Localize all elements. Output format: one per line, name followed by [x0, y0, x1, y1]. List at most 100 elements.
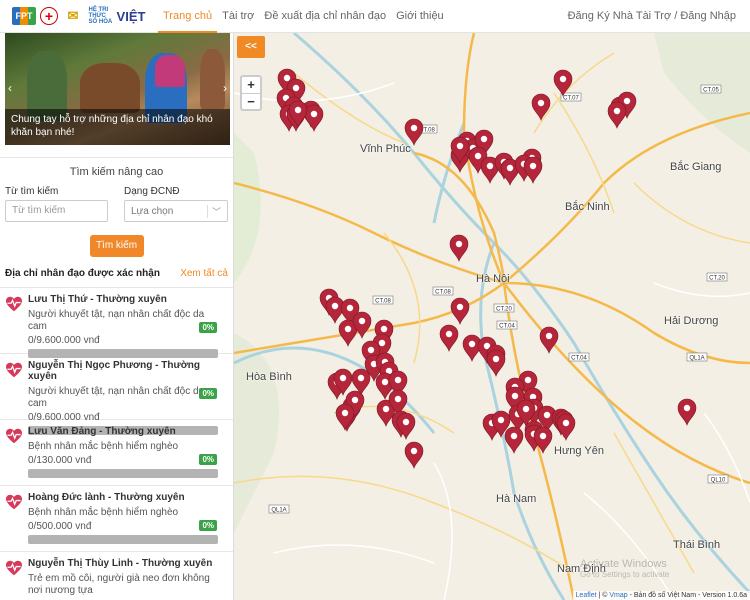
road-shield-label: CT.05 — [700, 84, 722, 94]
svg-text:CT.04: CT.04 — [499, 324, 515, 330]
item-description: Người khuyết tật, nạn nhân chất độc da c… — [28, 386, 205, 409]
svg-text:QL1A: QL1A — [689, 356, 704, 362]
nav-home[interactable]: Trang chủ — [158, 0, 218, 33]
keyword-field: Từ tìm kiếm Từ tìm kiếm — [5, 186, 108, 222]
list-item[interactable]: Lưu Văn Đảng - Thường xuyên Bệnh nhân mắc… — [0, 420, 233, 486]
collapse-sidebar-button[interactable]: << — [237, 36, 265, 58]
attribution-text: - Bản đồ số Việt Nam - Version 1.0.6a — [627, 592, 747, 599]
attribution-sep: | © — [596, 592, 610, 599]
item-progress-bar — [28, 535, 218, 544]
item-description: Trẻ em mồ côi, người già neo đơn không n… — [28, 573, 210, 596]
nav-about[interactable]: Giới thiệu — [391, 0, 449, 33]
red-cross-logo[interactable]: + — [40, 7, 58, 25]
type-select-value: Lựa chọn — [131, 205, 174, 217]
nav-sponsor[interactable]: Tài trợ — [217, 0, 259, 33]
sidebar: Chung tay hỗ trợ những địa chỉ nhân đạo … — [0, 33, 234, 600]
road-shield-label: CT.20 — [706, 272, 728, 282]
item-name[interactable]: Lưu Văn Đảng - Thường xuyên — [28, 426, 225, 437]
search-button[interactable]: Tìm kiếm — [89, 235, 144, 257]
heart-pulse-icon — [6, 428, 22, 444]
item-description: Bệnh nhân mắc bệnh hiểm nghèo — [28, 507, 179, 518]
slide-next-icon[interactable]: › — [223, 81, 227, 95]
zoom-in-button[interactable]: + — [242, 77, 260, 93]
svg-text:CT.20: CT.20 — [709, 276, 725, 282]
road-shield-label: CT.20 — [493, 303, 515, 313]
fpt-logo[interactable]: FPT — [12, 7, 36, 25]
item-amount: 0/500.000 vnđ — [28, 521, 92, 532]
map-attribution: Leaflet | © Vmap - Bản đồ số Việt Nam - … — [572, 591, 750, 600]
item-name[interactable]: Nguyễn Thị Ngọc Phương - Thường xuyên — [28, 360, 225, 382]
svg-text:CT.08: CT.08 — [375, 299, 391, 305]
list-item[interactable]: Lưu Thị Thứ - Thường xuyên Người khuyết t… — [0, 288, 233, 358]
map-view[interactable]: CT.07 CT.05 CT.08 CT.08 CT.08 CT.20 CT.04 CT.04… — [234, 33, 750, 600]
city-label: Hưng Yên — [554, 445, 604, 457]
image-slider: Chung tay hỗ trợ những địa chỉ nhân đạo … — [5, 33, 230, 145]
leaflet-link[interactable]: Leaflet — [576, 592, 597, 599]
nav-propose-address[interactable]: Đề xuất địa chỉ nhân đạo — [259, 0, 391, 33]
heart-pulse-icon — [6, 362, 22, 378]
city-label: Hòa Bình — [246, 371, 292, 383]
type-select[interactable]: Lựa chọn ﹀ — [124, 200, 228, 222]
vietnam-post-logo[interactable]: ✉ — [62, 7, 84, 25]
svg-text:QL10: QL10 — [711, 478, 726, 484]
road-shield-label: QL10 — [707, 474, 729, 484]
svg-text:QL1A: QL1A — [271, 508, 286, 514]
svg-text:CT.20: CT.20 — [496, 307, 512, 313]
heart-pulse-icon — [6, 560, 22, 576]
city-label: Bắc Giang — [670, 161, 722, 173]
city-label: Hà Nam — [496, 493, 537, 505]
top-navbar: FPT + ✉ HỆ TRI THỨC SỐ HÓA VIỆT Trang ch… — [0, 0, 750, 33]
item-percent-badge: 0% — [199, 388, 217, 399]
svg-text:CT.04: CT.04 — [571, 356, 587, 362]
he-tri-thuc-viet-logo[interactable]: HỆ TRI THỨC SỐ HÓA VIỆT — [88, 7, 146, 25]
svg-text:CT.07: CT.07 — [563, 96, 579, 102]
zoom-out-button[interactable]: − — [242, 93, 260, 109]
list-item[interactable]: Hoàng Đức lành - Thường xuyên Bệnh nhân m… — [0, 486, 233, 552]
chevron-down-icon: ﹀ — [206, 204, 221, 218]
keyword-input[interactable]: Từ tìm kiếm — [5, 200, 108, 222]
watermark-line1: Activate Windows — [580, 558, 667, 570]
list-item[interactable]: Nguyễn Thị Ngọc Phương - Thường xuyên Ngư… — [0, 354, 233, 435]
keyword-label: Từ tìm kiếm — [5, 186, 59, 197]
heart-pulse-icon — [6, 494, 22, 510]
item-name[interactable]: Hoàng Đức lành - Thường xuyên — [28, 492, 225, 503]
address-list: Lưu Thị Thứ - Thường xuyên Người khuyết t… — [0, 287, 233, 600]
zoom-control: + − — [240, 75, 262, 111]
city-label: Vĩnh Phúc — [360, 143, 411, 155]
item-progress-bar — [28, 469, 218, 478]
logo-big-text: VIỆT — [116, 8, 146, 24]
road-shield-label: QL1A — [686, 352, 708, 362]
item-percent-badge: 0% — [199, 322, 217, 333]
svg-text:CT.08: CT.08 — [435, 290, 451, 296]
slide-prev-icon[interactable]: ‹ — [8, 81, 12, 95]
list-title: Địa chỉ nhân đạo được xác nhận — [5, 268, 160, 279]
item-percent-badge: 0% — [199, 454, 217, 465]
heart-pulse-icon — [6, 296, 22, 312]
item-name[interactable]: Lưu Thị Thứ - Thường xuyên — [28, 294, 225, 305]
road-shield-label: CT.08 — [372, 295, 394, 305]
item-name[interactable]: Nguyễn Thị Thùy Linh - Thường xuyên — [28, 558, 225, 569]
register-login-link[interactable]: Đăng Ký Nhà Tài Trợ / Đăng Nhập — [568, 10, 750, 22]
partner-logos: FPT + ✉ HỆ TRI THỨC SỐ HÓA VIỆT — [0, 7, 146, 25]
item-percent-badge: 0% — [199, 520, 217, 531]
item-description: Người khuyết tật, nạn nhân chất độc da c… — [28, 309, 205, 332]
list-header: Địa chỉ nhân đạo được xác nhận Xem tất c… — [0, 257, 233, 279]
vmap-link[interactable]: Vmap — [609, 592, 627, 599]
type-label: Dạng ĐCNĐ — [124, 186, 180, 197]
city-label: Hải Dương — [664, 315, 719, 327]
road-shield-label: CT.08 — [432, 286, 454, 296]
road-shield-label: QL1A — [268, 504, 290, 514]
city-label: Hà Nội — [476, 273, 510, 285]
list-item[interactable]: Nguyễn Thị Thùy Linh - Thường xuyên Trẻ e… — [0, 552, 233, 600]
svg-text:CT.05: CT.05 — [703, 88, 719, 94]
search-form: Từ tìm kiếm Từ tìm kiếm Dạng ĐCNĐ Lựa ch… — [0, 186, 233, 222]
slide-caption: Chung tay hỗ trợ những địa chỉ nhân đạo … — [5, 109, 230, 145]
view-all-link[interactable]: Xem tất cả — [180, 268, 228, 279]
road-shield-label: CT.04 — [496, 320, 518, 330]
type-field: Dạng ĐCNĐ Lựa chọn ﹀ — [124, 186, 228, 222]
main-nav: Trang chủ Tài trợ Đề xuất địa chỉ nhân đ… — [158, 0, 449, 33]
advanced-search-title: Tìm kiếm nâng cao — [0, 157, 233, 178]
watermark-line2: Go to Settings to activate — [580, 570, 670, 579]
item-amount: 0/130.000 vnđ — [28, 455, 92, 466]
item-description: Bệnh nhân mắc bệnh hiểm nghèo — [28, 441, 179, 452]
